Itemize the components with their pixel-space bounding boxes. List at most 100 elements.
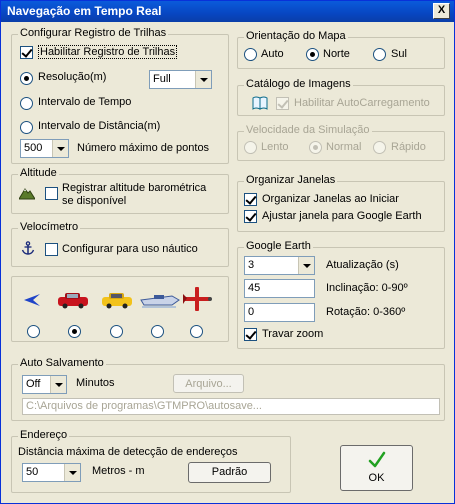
book-icon [252, 96, 268, 110]
address-units-label: Metros - m [92, 465, 145, 477]
autosave-path-value: C:\Arquivos de programas\GTMPRO\autosave… [26, 400, 262, 412]
altitude-legend: Altitude [18, 167, 59, 179]
autosave-path-input[interactable]: C:\Arquivos de programas\GTMPRO\autosave… [22, 398, 440, 415]
vehicle-radio-airplane[interactable] [190, 325, 203, 338]
organize-windows-checkbox[interactable] [244, 193, 257, 206]
max-points-select[interactable]: 500 [20, 139, 69, 158]
enable-trails-label: Habilitar Registro de Trilhas [38, 45, 178, 59]
nautical-label: Configurar para uso náutico [62, 243, 198, 255]
vehicle-radio-boat[interactable] [151, 325, 164, 338]
vehicle-radio-yellow-car[interactable] [110, 325, 123, 338]
catalog-group: Catálogo de Imagens Habilitar AutoCarreg… [237, 78, 445, 116]
ok-label: OK [368, 472, 385, 484]
airplane-icon [183, 287, 212, 311]
autosave-interval-select[interactable]: Off [22, 375, 67, 394]
orientation-south-label: Sul [391, 48, 407, 60]
windows-legend: Organizar Janelas [244, 174, 338, 186]
adjust-window-label: Ajustar janela para Google Earth [262, 210, 422, 222]
autosave-interval-value: Off [26, 378, 41, 390]
time-interval-radio[interactable] [20, 97, 33, 110]
vehicle-group [11, 276, 229, 342]
autosave-minutes-label: Minutos [76, 377, 115, 389]
orientation-auto-radio[interactable] [244, 48, 257, 61]
distance-interval-radio[interactable] [20, 121, 33, 134]
orientation-north-radio[interactable] [306, 48, 319, 61]
tilt-label: Inclinação: 0-90º [326, 282, 408, 294]
time-interval-label: Intervalo de Tempo [38, 96, 132, 108]
simulation-fast-label: Rápido [391, 141, 426, 153]
chevron-down-icon[interactable] [298, 257, 314, 274]
catalog-legend: Catálogo de Imagens [244, 78, 353, 90]
autoload-label: Habilitar AutoCarregamento [294, 97, 430, 109]
update-interval-label: Atualização (s) [326, 259, 399, 271]
windows-group: Organizar Janelas Organizar Janelas ao I… [237, 174, 445, 232]
close-button[interactable]: X [433, 3, 450, 19]
speedometer-legend: Velocímetro [18, 221, 81, 233]
orientation-group: Orientação do Mapa Auto Norte Sul [237, 30, 445, 69]
adjust-window-checkbox[interactable] [244, 210, 257, 223]
speedometer-group: Velocímetro Configurar para uso náutico [11, 221, 229, 267]
autosave-group: Auto Salvamento Off Minutos Arquivo... C… [11, 357, 445, 421]
resolution-label: Resolução(m) [38, 71, 107, 83]
address-group: Endereço Distância máxima de detecção de… [11, 429, 291, 493]
orientation-auto-label: Auto [261, 48, 284, 60]
simulation-slow-label: Lento [261, 141, 289, 153]
simulation-normal-radio[interactable] [309, 141, 322, 154]
chevron-down-icon[interactable] [64, 464, 80, 481]
yellow-car-icon [102, 293, 132, 309]
resolution-value: Full [153, 73, 171, 85]
resolution-select[interactable]: Full [149, 70, 212, 89]
rotation-input[interactable]: 0 [244, 303, 315, 322]
chevron-down-icon[interactable] [195, 71, 211, 88]
google-earth-group: Google Earth 3 Atualização (s) 45 Inclin… [237, 240, 445, 349]
nautical-checkbox[interactable] [45, 243, 58, 256]
trails-legend: Configurar Registro de Trilhas [18, 27, 169, 39]
chevron-down-icon[interactable] [50, 376, 66, 393]
orientation-south-radio[interactable] [373, 48, 386, 61]
barometric-label-line2: se disponível [62, 195, 127, 207]
dialog-window: Navegação em Tempo Real X Configurar Reg… [0, 0, 455, 504]
mountain-icon [19, 188, 35, 200]
barometric-label-line1: Registrar altitude barométrica [62, 182, 207, 194]
google-earth-legend: Google Earth [244, 240, 313, 252]
update-interval-value: 3 [248, 259, 255, 271]
resolution-radio[interactable] [20, 72, 33, 85]
autosave-legend: Auto Salvamento [18, 357, 106, 369]
max-points-label: Número máximo de pontos [77, 142, 210, 154]
title-bar[interactable]: Navegação em Tempo Real X [1, 1, 454, 22]
red-car-icon [58, 293, 88, 309]
lock-zoom-checkbox[interactable] [244, 328, 257, 341]
vehicle-radio-arrow[interactable] [27, 325, 40, 338]
max-points-value: 500 [24, 142, 43, 154]
simulation-group: Velocidade da Simulação Lento Normal Ráp… [237, 124, 445, 161]
autosave-file-button[interactable]: Arquivo... [173, 374, 244, 393]
simulation-fast-radio[interactable] [373, 141, 386, 154]
barometric-checkbox[interactable] [45, 187, 58, 200]
vehicle-radio-red-car[interactable] [68, 325, 81, 338]
anchor-icon [21, 241, 35, 255]
chevron-down-icon[interactable] [52, 140, 68, 157]
address-distance-select[interactable]: 50 [22, 463, 81, 482]
orientation-north-label: Norte [323, 48, 350, 60]
autoload-checkbox[interactable] [276, 97, 289, 110]
address-distance-value: 50 [26, 466, 39, 478]
tilt-value: 45 [248, 282, 261, 294]
default-button[interactable]: Padrão [188, 462, 271, 483]
simulation-normal-label: Normal [326, 141, 362, 153]
checkmark-icon [368, 451, 386, 468]
rotation-value: 0 [248, 306, 255, 318]
orientation-legend: Orientação do Mapa [244, 30, 348, 42]
update-interval-select[interactable]: 3 [244, 256, 315, 275]
altitude-group: Altitude Registrar altitude barométrica … [11, 167, 229, 214]
arrow-icon [24, 294, 40, 306]
enable-trails-checkbox[interactable] [20, 46, 33, 59]
tilt-input[interactable]: 45 [244, 279, 315, 298]
simulation-slow-radio[interactable] [244, 141, 257, 154]
address-description: Distância máxima de detecção de endereço… [18, 446, 238, 458]
address-legend: Endereço [18, 429, 70, 441]
window-title: Navegação em Tempo Real [7, 4, 162, 18]
trails-group: Configurar Registro de Trilhas Habilitar… [11, 27, 229, 164]
lock-zoom-label: Travar zoom [262, 328, 324, 340]
organize-windows-label: Organizar Janelas ao Iniciar [262, 193, 399, 205]
ok-button[interactable]: OK [340, 445, 413, 491]
